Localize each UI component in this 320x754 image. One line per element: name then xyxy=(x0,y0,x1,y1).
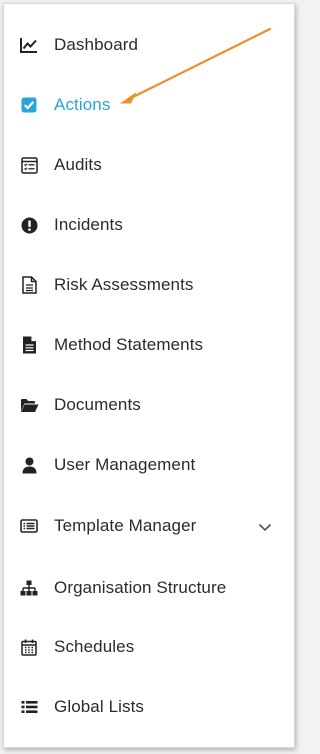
sidebar-item-label: Organisation Structure xyxy=(54,578,227,597)
checkbox-checked-icon xyxy=(19,95,39,115)
sidebar-item-global-lists[interactable]: Global Lists xyxy=(4,687,294,727)
sidebar-item-template-manager[interactable]: Template Manager xyxy=(4,506,294,546)
sidebar-item-incidents[interactable]: Incidents xyxy=(4,205,294,245)
exclamation-circle-icon xyxy=(19,215,39,235)
sidebar-item-user-management[interactable]: User Management xyxy=(4,445,294,485)
document-outline-icon xyxy=(19,275,39,295)
sidebar-panel: Dashboard Actions Audits Incidents Risk … xyxy=(3,3,295,748)
sidebar-item-risk-assessments[interactable]: Risk Assessments xyxy=(4,265,294,305)
sidebar-item-label: Incidents xyxy=(54,215,123,234)
sitemap-icon xyxy=(19,578,39,598)
calendar-icon xyxy=(19,637,39,657)
sidebar-item-schedules[interactable]: Schedules xyxy=(4,627,294,667)
sidebar-item-documents[interactable]: Documents xyxy=(4,385,294,425)
list-card-icon xyxy=(19,516,39,536)
sidebar-item-method-statements[interactable]: Method Statements xyxy=(4,325,294,365)
sidebar-item-label: Dashboard xyxy=(54,35,139,54)
sidebar-item-audits[interactable]: Audits xyxy=(4,145,294,185)
sidebar-item-label: Actions xyxy=(54,95,111,114)
sidebar-item-label: Risk Assessments xyxy=(54,275,194,294)
sidebar-item-label: Template Manager xyxy=(54,516,197,535)
user-icon xyxy=(19,455,39,475)
document-solid-icon xyxy=(19,335,39,355)
chart-line-icon xyxy=(19,35,39,55)
sidebar-item-label: Method Statements xyxy=(54,335,204,354)
sidebar-item-label: User Management xyxy=(54,455,196,474)
sidebar-item-label: Documents xyxy=(54,395,141,414)
list-icon xyxy=(19,697,39,717)
sidebar-item-label: Global Lists xyxy=(54,697,145,716)
sidebar-item-actions[interactable]: Actions xyxy=(4,85,294,125)
checklist-icon xyxy=(19,155,39,175)
sidebar-item-dashboard[interactable]: Dashboard xyxy=(4,25,294,65)
sidebar-item-organisation-structure[interactable]: Organisation Structure xyxy=(4,568,294,608)
folder-open-icon xyxy=(19,395,39,415)
chevron-down-icon[interactable] xyxy=(258,520,272,534)
sidebar-item-label: Schedules xyxy=(54,637,135,656)
sidebar-item-label: Audits xyxy=(54,155,102,174)
